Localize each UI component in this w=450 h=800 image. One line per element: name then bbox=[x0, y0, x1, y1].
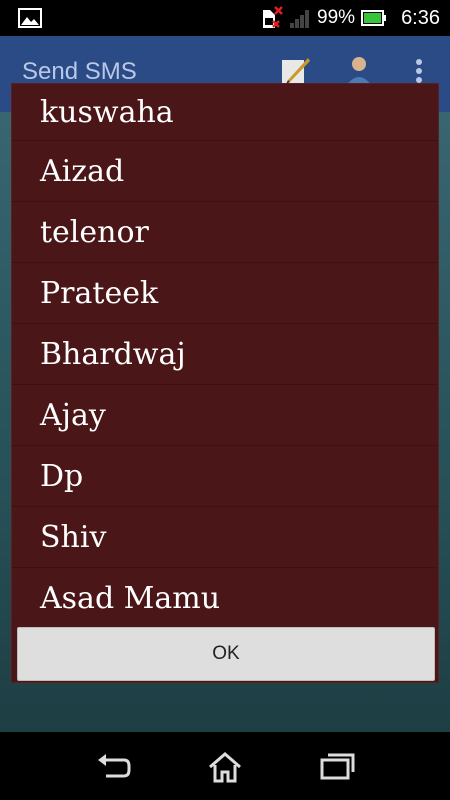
back-icon[interactable] bbox=[94, 750, 132, 782]
recent-apps-icon[interactable] bbox=[318, 750, 356, 782]
contact-list-item[interactable]: Aizad bbox=[12, 141, 438, 202]
contact-list[interactable]: kuswaha Aizad telenor Prateek Bhardwaj Ajay Dp… bbox=[12, 84, 438, 624]
status-left bbox=[18, 8, 42, 32]
status-bar: 99% 6:36 bbox=[0, 0, 450, 36]
contact-list-item[interactable]: Shiv bbox=[12, 507, 438, 568]
signal-icon bbox=[290, 10, 310, 28]
contact-list-item[interactable]: telenor bbox=[12, 202, 438, 263]
app-title: Send SMS bbox=[22, 58, 137, 85]
contact-list-item[interactable]: Asad Mamu bbox=[12, 568, 438, 624]
image-notification-icon bbox=[18, 8, 42, 28]
navigation-bar bbox=[0, 732, 450, 800]
home-icon[interactable] bbox=[206, 750, 244, 784]
contact-list-item[interactable]: Bhardwaj bbox=[12, 324, 438, 385]
sim-missing-icon bbox=[263, 6, 283, 28]
contact-picker-dialog: kuswaha Aizad telenor Prateek Bhardwaj Ajay Dp… bbox=[11, 83, 439, 683]
status-right: 99% 6:36 bbox=[261, 5, 440, 31]
contact-list-item[interactable]: Prateek bbox=[12, 263, 438, 324]
battery-icon bbox=[361, 10, 387, 26]
contact-list-item[interactable]: Dp bbox=[12, 446, 438, 507]
ok-button[interactable]: OK bbox=[17, 627, 435, 681]
contact-list-item[interactable]: Ajay bbox=[12, 385, 438, 446]
battery-percent: 99% bbox=[317, 7, 356, 28]
clock: 6:36 bbox=[401, 6, 440, 29]
contact-list-item[interactable]: kuswaha bbox=[12, 84, 438, 141]
